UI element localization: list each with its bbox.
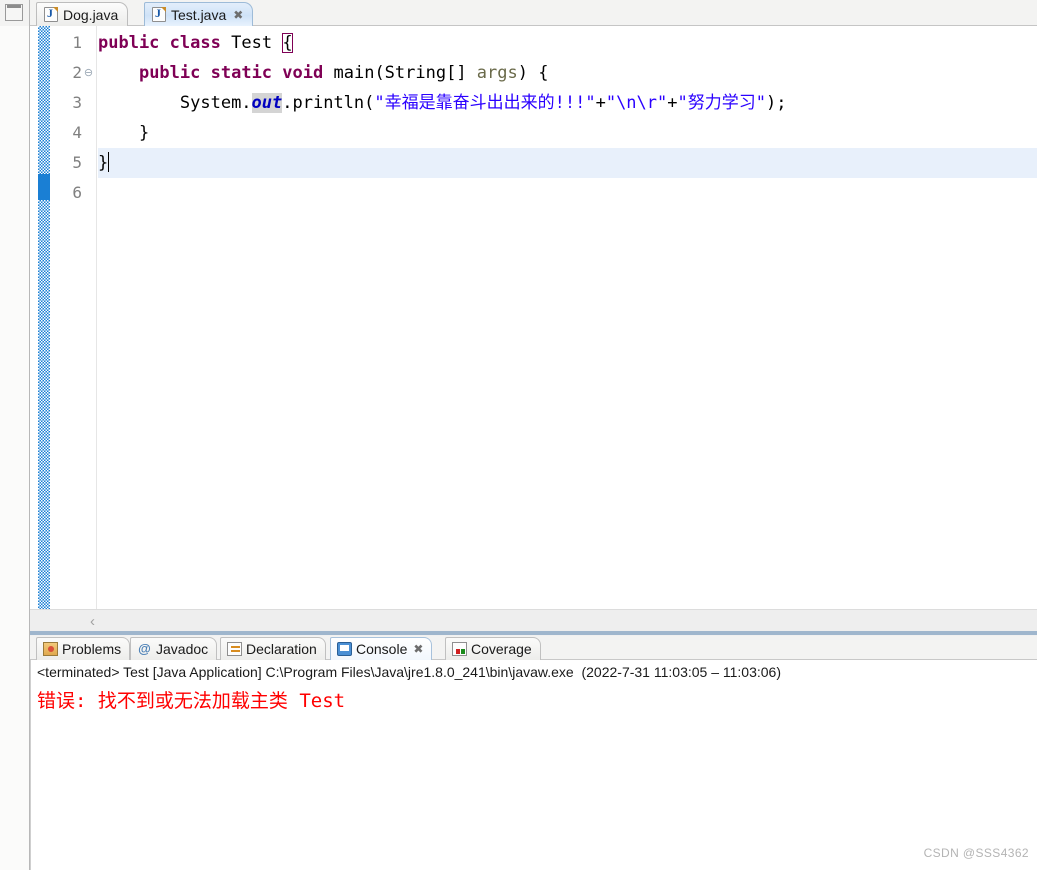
watermark: CSDN @SSS4362 <box>923 846 1029 860</box>
tab-console[interactable]: Console ✖ <box>330 637 433 660</box>
minimized-view-tabstrip[interactable] <box>0 26 29 870</box>
editor-tab-test-java[interactable]: Test.java ✖ <box>144 2 254 26</box>
coverage-icon <box>452 642 467 656</box>
closing-brace: } <box>98 153 109 173</box>
java-file-icon <box>44 6 58 22</box>
console-output[interactable]: <terminated> Test [Java Application] C:\… <box>30 660 1037 870</box>
tab-coverage[interactable]: Coverage <box>445 637 541 660</box>
left-rail <box>0 0 30 870</box>
println-call: .println( <box>282 93 375 113</box>
method-parameter: args <box>476 63 518 83</box>
console-panel: Problems @ Javadoc Declaration Console ✖… <box>30 636 1037 870</box>
string-literal-3: "努力学习" <box>677 93 766 113</box>
tab-label: Console <box>356 641 408 657</box>
editor-horizontal-scrollbar[interactable]: ‹ <box>30 609 1037 635</box>
console-launch-header: <terminated> Test [Java Application] C:\… <box>37 664 782 680</box>
signature-tail: ) { <box>517 63 549 83</box>
keyword-public: public <box>98 33 160 53</box>
line-number: 4 <box>72 123 82 142</box>
class-name: Test <box>231 33 273 53</box>
tab-label: Problems <box>62 641 122 657</box>
string-literal-2: "\n\r" <box>605 93 668 113</box>
line-number: 3 <box>72 93 82 112</box>
editor-tabbar: Dog.java Test.java ✖ <box>30 0 1037 26</box>
code-line-4: } <box>98 118 1037 148</box>
closing-brace: } <box>138 123 150 143</box>
close-icon[interactable]: ✖ <box>233 9 243 21</box>
code-line-2: public static void main(String[] args) { <box>98 58 1037 88</box>
code-text[interactable]: public class Test { public static void m… <box>98 26 1037 609</box>
statement-tail: ); <box>765 93 787 113</box>
keyword-class: class <box>169 33 221 53</box>
text-caret <box>108 152 110 172</box>
problems-icon <box>43 642 58 656</box>
line-number: 6 <box>72 183 82 202</box>
method-signature: main(String[] <box>333 63 477 83</box>
javadoc-icon: @ <box>138 641 151 656</box>
editor-tab-dog-java[interactable]: Dog.java <box>36 2 129 26</box>
eclipse-ide-window: Dog.java Test.java ✖ 1 2 ⊖ 3 4 5 6 publi <box>0 0 1037 870</box>
tab-label: Declaration <box>246 641 317 657</box>
system-reference: System. <box>179 93 252 113</box>
code-line-5: } <box>98 148 1037 178</box>
console-tabbar: Problems @ Javadoc Declaration Console ✖… <box>30 636 1037 660</box>
scroll-left-icon[interactable]: ‹ <box>90 614 95 630</box>
tab-declaration[interactable]: Declaration <box>220 637 326 660</box>
scrollbar-track[interactable] <box>30 631 1037 635</box>
java-file-icon <box>152 6 166 22</box>
keyword-public: public <box>138 63 201 83</box>
tab-label: Coverage <box>471 641 532 657</box>
editor-text-viewport[interactable]: 1 2 ⊖ 3 4 5 6 public class Test { public… <box>30 26 1037 609</box>
matching-brace: { <box>282 33 293 53</box>
tab-problems[interactable]: Problems <box>36 637 131 660</box>
tab-label: Javadoc <box>156 641 209 657</box>
close-icon[interactable]: ✖ <box>413 643 423 655</box>
tab-javadoc[interactable]: @ Javadoc <box>130 637 218 660</box>
keyword-static: static <box>210 63 273 83</box>
line-number-gutter: 1 2 ⊖ 3 4 5 6 <box>50 26 97 609</box>
out-field-occurrence: out <box>251 93 283 113</box>
code-line-1: public class Test { <box>98 28 1037 58</box>
concat-operator: + <box>667 93 678 113</box>
string-literal-1: "幸福是靠奋斗出出来的!!!" <box>374 93 596 113</box>
console-error-message: 错误: 找不到或无法加载主类 Test <box>37 690 346 712</box>
line-number: 5 <box>72 153 82 172</box>
fold-collapse-icon[interactable]: ⊖ <box>83 58 94 88</box>
editor-tab-label: Test.java <box>171 6 227 23</box>
line-number: 1 <box>72 33 82 52</box>
console-icon <box>337 642 352 656</box>
restore-window-button[interactable] <box>5 4 23 21</box>
declaration-icon <box>227 642 242 656</box>
editor-tab-label: Dog.java <box>63 6 119 23</box>
keyword-void: void <box>282 63 324 83</box>
editor-area: Dog.java Test.java ✖ 1 2 ⊖ 3 4 5 6 publi <box>30 0 1037 635</box>
concat-operator: + <box>595 93 606 113</box>
line-number: 2 <box>72 63 82 82</box>
code-line-3: System.out.println("幸福是靠奋斗出出来的!!!"+"\n\r… <box>98 88 1037 118</box>
